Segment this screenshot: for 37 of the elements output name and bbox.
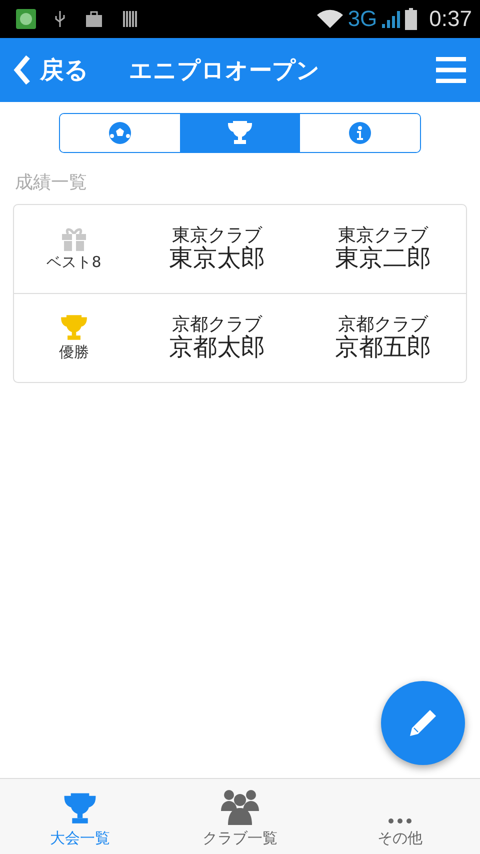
nav-tab[interactable]: クラブ一覧 (160, 779, 320, 854)
nav-tab[interactable]: その他 (320, 779, 480, 854)
clock: 0:37 (429, 6, 472, 32)
player-name: 東京太郎 (169, 246, 265, 272)
usb-icon (54, 10, 66, 28)
briefcase-icon (84, 10, 104, 28)
trophy-icon (227, 121, 253, 145)
edit-button[interactable] (381, 681, 465, 765)
club-name: 京都クラブ (172, 316, 262, 335)
info-icon (348, 121, 372, 145)
award-label: ベスト8 (46, 252, 102, 272)
network-type: 3G (348, 6, 378, 32)
menu-icon[interactable] (436, 57, 466, 83)
gift-icon (61, 226, 87, 250)
battery-icon (405, 8, 418, 30)
people-icon (220, 789, 260, 825)
trophy-icon (60, 314, 88, 340)
more-icon (388, 817, 412, 825)
segment-tab[interactable] (180, 114, 300, 152)
section-title: 成績一覧 (15, 171, 88, 194)
signal-icon (381, 9, 402, 29)
wifi-icon (316, 9, 344, 29)
barcode-icon (122, 10, 138, 28)
ball-icon (108, 121, 132, 145)
player-name: 京都太郎 (169, 334, 265, 360)
back-chevron-icon (12, 54, 32, 86)
app-icon (16, 9, 36, 29)
screen-title: エニプロオープン (129, 56, 321, 86)
back-button[interactable]: 戻る (12, 54, 89, 86)
player-name: 京都五郎 (335, 334, 431, 360)
trophy-icon (63, 793, 97, 825)
nav-tab[interactable]: 大会一覧 (0, 779, 160, 854)
club-name: 東京クラブ (338, 226, 428, 246)
player-name: 東京二郎 (335, 246, 431, 272)
club-name: 京都クラブ (338, 316, 428, 335)
club-name: 東京クラブ (172, 226, 262, 246)
award-label: 優勝 (59, 342, 89, 362)
